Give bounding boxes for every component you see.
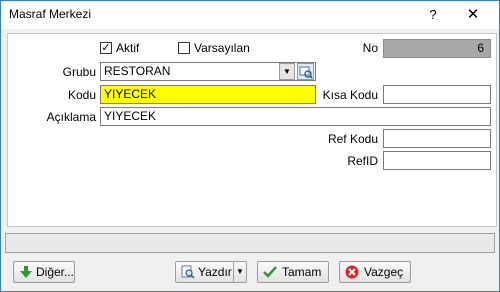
refid-label: RefID xyxy=(347,154,378,168)
aktif-checkbox[interactable]: ✓ xyxy=(100,42,112,54)
yazdir-label: Yazdır xyxy=(198,265,232,279)
varsayilan-checkbox[interactable] xyxy=(178,42,190,54)
ref-kodu-input[interactable] xyxy=(383,129,491,148)
kisa-kodu-label: Kısa Kodu xyxy=(322,88,378,102)
diger-button[interactable]: Diğer... xyxy=(13,261,75,283)
aktif-label: Aktif xyxy=(116,41,140,55)
close-button[interactable]: ✕ xyxy=(463,5,483,25)
help-button[interactable]: ? xyxy=(423,5,443,25)
kodu-input[interactable]: YIYECEK xyxy=(100,85,316,104)
split-divider xyxy=(233,262,234,282)
no-field: 6 xyxy=(383,39,491,58)
grubu-dropdown-button[interactable]: ▼ xyxy=(279,63,295,80)
grubu-label: Grubu xyxy=(62,65,96,79)
yazdir-button[interactable]: Yazdır ▼ xyxy=(175,261,247,283)
title-bar: Masraf Merkezi ? ✕ xyxy=(1,1,499,29)
aciklama-label: Açıklama xyxy=(46,110,96,124)
yazdir-dropdown-icon[interactable]: ▼ xyxy=(236,262,244,282)
tamam-button[interactable]: Tamam xyxy=(257,261,329,283)
vazgec-button[interactable]: Vazgeç xyxy=(339,261,411,283)
diger-label: Diğer... xyxy=(36,265,75,279)
print-preview-icon xyxy=(181,265,195,279)
ref-kodu-label: Ref Kodu xyxy=(327,132,378,146)
arrow-down-icon xyxy=(19,265,33,279)
status-bar xyxy=(5,233,495,253)
window-title: Masraf Merkezi xyxy=(9,7,92,21)
cancel-icon xyxy=(345,265,359,279)
kisa-kodu-input[interactable] xyxy=(383,85,491,104)
tamam-label: Tamam xyxy=(282,265,322,279)
kodu-label: Kodu xyxy=(67,88,96,102)
grubu-value: RESTORAN xyxy=(104,64,171,78)
varsayilan-label: Varsayılan xyxy=(194,41,250,55)
form-panel: ✓ Aktif Varsayılan No 6 Grubu RESTORAN ▼… xyxy=(7,33,497,227)
checkmark-icon xyxy=(263,265,277,279)
vazgec-label: Vazgeç xyxy=(364,265,404,279)
aciklama-input[interactable]: YIYECEK xyxy=(100,107,491,126)
dialog-window: Masraf Merkezi ? ✕ ✓ Aktif Varsayılan No… xyxy=(0,0,500,292)
refid-input[interactable] xyxy=(383,151,491,170)
grubu-lookup-icon[interactable] xyxy=(297,63,314,80)
no-label: No xyxy=(362,41,378,55)
